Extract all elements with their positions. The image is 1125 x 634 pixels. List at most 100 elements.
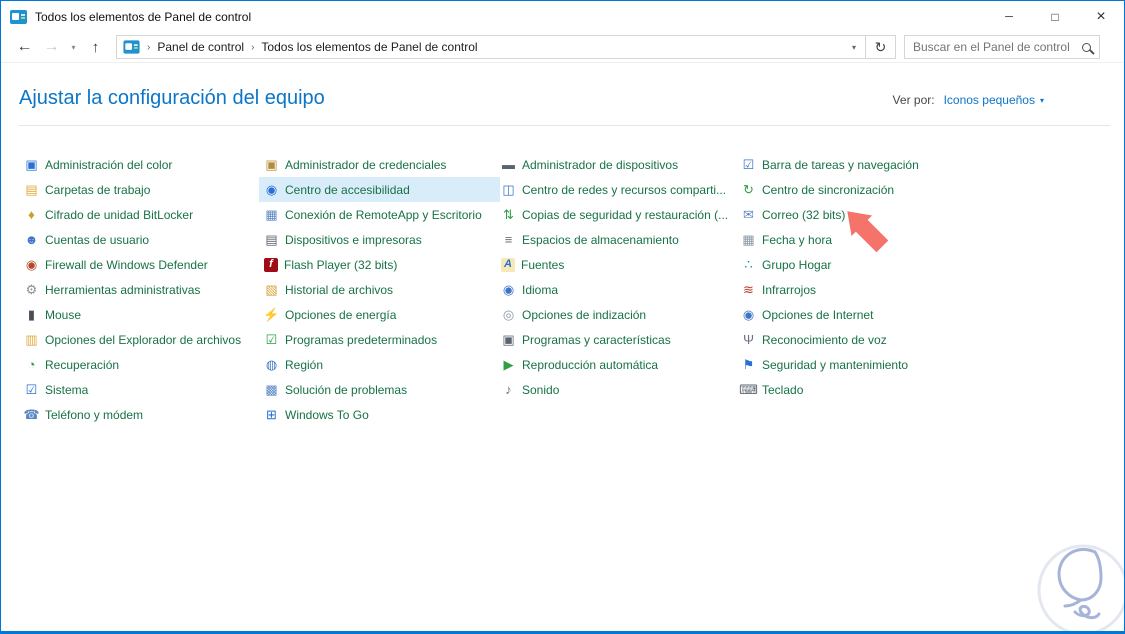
panel-item-copias-de-seguridad-y-restauracion[interactable]: ⇅ Copias de seguridad y restauración (... <box>496 202 740 227</box>
speech-recognition-mic-icon: Ψ <box>743 332 754 347</box>
search-input[interactable] <box>913 40 1076 54</box>
panel-item-opciones-del-explorador-de-archivos[interactable]: ▥ Opciones del Explorador de archivos <box>19 327 263 352</box>
refresh-icon[interactable]: ↻ <box>865 36 895 58</box>
panel-item-reproduccion-automatica[interactable]: ▶ Reproducción automática <box>496 352 740 377</box>
language-globe-icon: ◉ <box>502 282 515 297</box>
panel-item-administrador-de-credenciales[interactable]: ▣ Administrador de credenciales <box>259 152 500 177</box>
recent-pages-caret-icon[interactable]: ▾ <box>65 43 82 52</box>
breadcrumb-item[interactable]: Todos los elementos de Panel de control <box>261 40 477 54</box>
mail-icon: ✉ <box>743 207 754 222</box>
panel-item-mouse[interactable]: ▮ Mouse <box>19 302 263 327</box>
content-area: Ajustar la configuración del equipo Ver … <box>1 87 1124 427</box>
panel-item-centro-de-accesibilidad[interactable]: ◉ Centro de accesibilidad <box>259 177 500 202</box>
panel-item-opciones-de-energia[interactable]: ⚡ Opciones de energía <box>259 302 500 327</box>
panel-item-barra-de-tareas-y-navegacion[interactable]: ☑ Barra de tareas y navegación <box>736 152 988 177</box>
forward-button[interactable]: → <box>38 38 65 56</box>
panel-item-espacios-de-almacenamiento[interactable]: ≡ Espacios de almacenamiento <box>496 227 740 252</box>
panel-item-label: Recuperación <box>45 357 120 372</box>
address-bar[interactable]: › Panel de control › Todos los elementos… <box>116 35 896 59</box>
panel-item-solucion-de-problemas[interactable]: ▩ Solución de problemas <box>259 377 500 402</box>
panel-item-recuperacion[interactable]: ◔ Recuperación <box>19 352 263 377</box>
panel-item-centro-de-redes[interactable]: ◫ Centro de redes y recursos comparti... <box>496 177 740 202</box>
user-accounts-icon: ☻ <box>24 232 39 247</box>
panel-item-administrador-de-dispositivos[interactable]: ▬ Administrador de dispositivos <box>496 152 740 177</box>
up-button[interactable]: ↑ <box>82 39 109 56</box>
panel-item-sonido[interactable]: ♪ Sonido <box>496 377 740 402</box>
panel-item-windows-to-go[interactable]: ⊞ Windows To Go <box>259 402 500 427</box>
panel-item-teclado[interactable]: ⌨ Teclado <box>736 377 988 402</box>
system-monitor-check-icon: ☑ <box>25 382 38 397</box>
panel-item-programas-predeterminados[interactable]: ☑ Programas predeterminados <box>259 327 500 352</box>
panel-item-flash-player-32-bits[interactable]: f Flash Player (32 bits) <box>259 252 500 277</box>
panel-item-label: Reproducción automática <box>522 357 659 372</box>
panel-item-dispositivos-e-impresoras[interactable]: ▤ Dispositivos e impresoras <box>259 227 500 252</box>
address-dropdown-caret-icon[interactable]: ▾ <box>843 36 865 58</box>
fonts-icon: A <box>501 257 515 272</box>
minimize-button[interactable]: ─ <box>986 1 1032 32</box>
panel-item-conexion-de-remoteapp-y-escritorio[interactable]: ▦ Conexión de RemoteApp y Escritorio <box>259 202 500 227</box>
back-button[interactable]: ← <box>11 38 38 56</box>
keyboard-icon: ⌨ <box>739 382 758 397</box>
indexing-options-magnifier-icon: ◎ <box>502 307 515 322</box>
panel-item-label: Programas y características <box>522 332 671 347</box>
power-options-plug-icon: ⚡ <box>263 307 280 322</box>
sync-center-icon: ↻ <box>743 182 754 197</box>
view-by-dropdown[interactable]: Iconos pequeños ▾ <box>944 93 1044 107</box>
panel-item-telefono-y-modem[interactable]: ☎ Teléfono y módem <box>19 402 263 427</box>
panel-item-idioma[interactable]: ◉ Idioma <box>496 277 740 302</box>
close-button[interactable]: × <box>1078 1 1124 32</box>
panel-item-opciones-de-indizacion[interactable]: ◎ Opciones de indización <box>496 302 740 327</box>
panel-item-label: Opciones de Internet <box>762 307 874 322</box>
panel-item-label: Correo (32 bits) <box>762 207 846 222</box>
panel-item-reconocimiento-de-voz[interactable]: Ψ Reconocimiento de voz <box>736 327 988 352</box>
panel-item-herramientas-administrativas[interactable]: ⚙ Herramientas administrativas <box>19 277 263 302</box>
panel-item-correo-32-bits[interactable]: ✉ Correo (32 bits) <box>736 202 988 227</box>
items-column: ▣ Administrador de credenciales ◉ Centro de… <box>259 152 500 427</box>
panel-item-infrarrojos[interactable]: ≋ Infrarrojos <box>736 277 988 302</box>
panel-item-label: Dispositivos e impresoras <box>285 232 422 247</box>
panel-item-label: Historial de archivos <box>285 282 394 297</box>
panel-item-centro-de-sincronizacion[interactable]: ↻ Centro de sincronización <box>736 177 988 202</box>
panel-item-label: Programas predeterminados <box>285 332 438 347</box>
panel-item-label: Administrador de dispositivos <box>522 157 679 172</box>
maximize-button[interactable]: □ <box>1032 1 1078 32</box>
panel-item-administracion-del-color[interactable]: ▣ Administración del color <box>19 152 263 177</box>
panel-item-region[interactable]: ◍ Región <box>259 352 500 377</box>
infrared-icon: ≋ <box>743 282 754 297</box>
panel-item-label: Centro de redes y recursos comparti... <box>522 182 727 197</box>
backup-restore-icon: ⇅ <box>503 207 514 222</box>
panel-item-fecha-y-hora[interactable]: ▦ Fecha y hora <box>736 227 988 252</box>
programs-features-icon: ▣ <box>502 332 515 347</box>
panel-item-firewall-de-windows-defender[interactable]: ◉ Firewall de Windows Defender <box>19 252 263 277</box>
panel-item-sistema[interactable]: ☑ Sistema <box>19 377 263 402</box>
panel-item-label: Sonido <box>522 382 560 397</box>
panel-item-opciones-de-internet[interactable]: ◉ Opciones de Internet <box>736 302 988 327</box>
taskbar-navigation-icon: ☑ <box>742 157 755 172</box>
mouse-icon: ▮ <box>27 307 36 322</box>
panel-item-label: Seguridad y mantenimiento <box>762 357 909 372</box>
panel-item-label: Copias de seguridad y restauración (... <box>522 207 729 222</box>
panel-item-cifrado-de-unidad-bitlocker[interactable]: ♦ Cifrado de unidad BitLocker <box>19 202 263 227</box>
address-bar-controls: ▾ ↻ <box>843 36 895 58</box>
panel-item-seguridad-y-mantenimiento[interactable]: ⚑ Seguridad y mantenimiento <box>736 352 988 377</box>
items-column: ▣ Administración del color ▤ Carpetas de tr… <box>23 152 263 427</box>
panel-item-programas-y-caracteristicas[interactable]: ▣ Programas y características <box>496 327 740 352</box>
device-manager-icon: ▬ <box>502 157 515 172</box>
panel-item-historial-de-archivos[interactable]: ▧ Historial de archivos <box>259 277 500 302</box>
watermark-lightbulb-logo <box>1037 544 1124 631</box>
panel-item-label: Herramientas administrativas <box>45 282 201 297</box>
panel-item-cuentas-de-usuario[interactable]: ☻ Cuentas de usuario <box>19 227 263 252</box>
search-icon[interactable] <box>1082 42 1091 52</box>
items-column: ▬ Administrador de dispositivos ◫ Centro de… <box>500 152 740 427</box>
panel-item-label: Sistema <box>45 382 89 397</box>
panel-item-fuentes[interactable]: A Fuentes <box>496 252 740 277</box>
panel-item-grupo-hogar[interactable]: ∴ Grupo Hogar <box>736 252 988 277</box>
file-history-icon: ▧ <box>265 282 278 297</box>
panel-item-label: Grupo Hogar <box>762 257 832 272</box>
storage-spaces-icon: ≡ <box>504 232 513 247</box>
ease-of-access-icon: ◉ <box>265 182 278 197</box>
panel-item-carpetas-de-trabajo[interactable]: ▤ Carpetas de trabajo <box>19 177 263 202</box>
panel-item-label: Opciones de indización <box>522 307 647 322</box>
region-globe-clock-icon: ◍ <box>265 357 278 372</box>
breadcrumb-item[interactable]: Panel de control <box>157 40 244 54</box>
